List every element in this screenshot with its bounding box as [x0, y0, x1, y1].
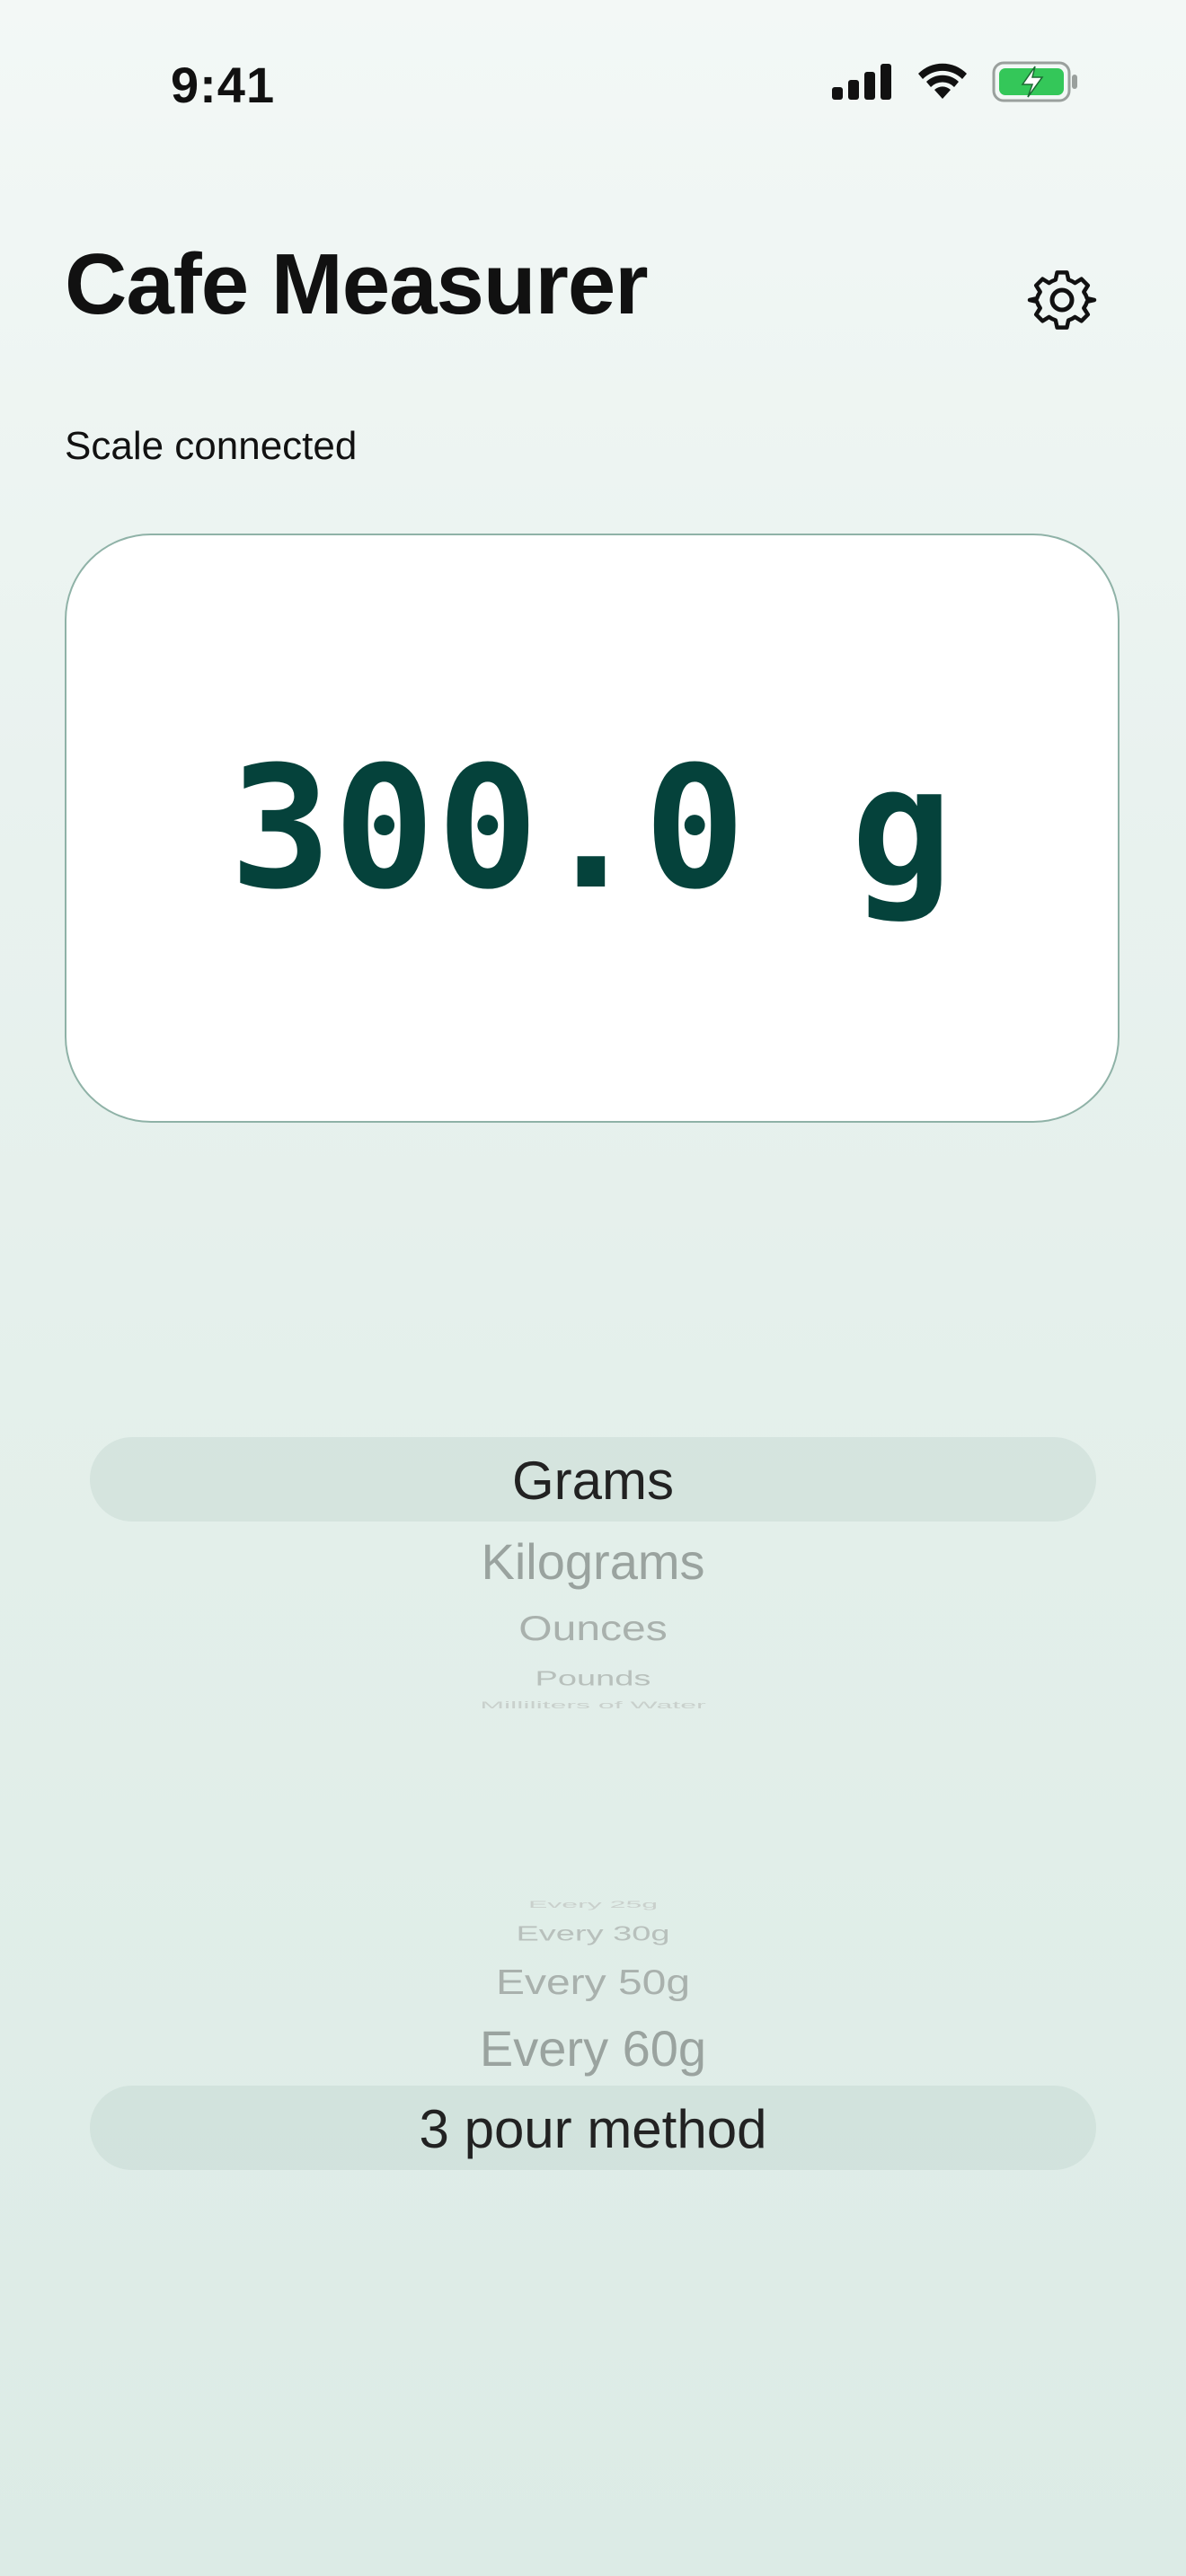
status-time: 9:41	[171, 57, 276, 113]
scale-status: Scale connected	[65, 424, 358, 468]
unit-option-milliliters[interactable]: Milliliters of Water	[90, 1699, 1096, 1711]
weight-display-card: 300.0 g	[65, 534, 1120, 1123]
unit-option-grams[interactable]: Grams	[90, 1450, 1096, 1512]
page-title: Cafe Measurer	[65, 236, 649, 332]
wifi-icon	[918, 63, 967, 99]
interval-picker[interactable]: Every 25g Every 30g Every 50g Every 60g …	[90, 1874, 1096, 2179]
interval-option-30g[interactable]: Every 30g	[90, 1923, 1096, 1946]
gear-icon	[1027, 270, 1097, 330]
unit-option-pounds[interactable]: Pounds	[90, 1668, 1096, 1691]
interval-option-3-pour[interactable]: 3 pour method	[90, 2098, 1096, 2160]
interval-option-60g[interactable]: Every 60g	[90, 2019, 1096, 2078]
battery-charging-icon	[992, 61, 1077, 102]
unit-picker[interactable]: Grams Kilograms Ounces Pounds Milliliter…	[90, 1434, 1096, 1730]
signal-icon	[832, 64, 891, 100]
settings-button[interactable]	[1026, 264, 1098, 336]
weight-value: 300.0 g	[229, 729, 955, 927]
interval-option-50g[interactable]: Every 50g	[90, 1963, 1096, 2003]
unit-option-ounces[interactable]: Ounces	[90, 1609, 1096, 1649]
interval-option-25g[interactable]: Every 25g	[90, 1899, 1096, 1910]
unit-option-kilograms[interactable]: Kilograms	[90, 1532, 1096, 1591]
status-icons	[832, 61, 1078, 102]
